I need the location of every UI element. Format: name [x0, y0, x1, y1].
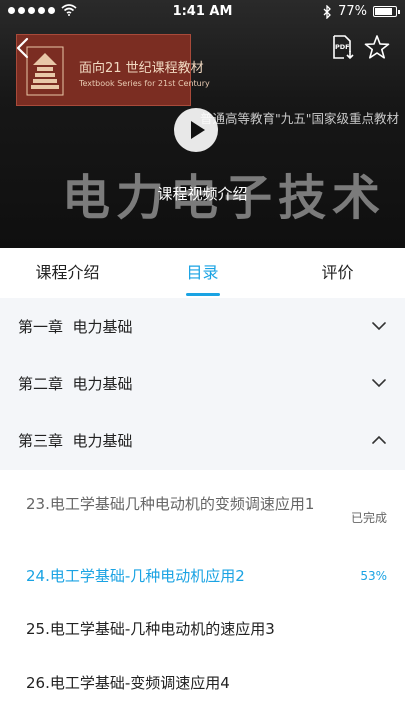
chapter-list: 第一章 电力基础 第二章 电力基础 第三章 电力基础	[0, 298, 405, 470]
status-right: 77%	[322, 4, 400, 19]
lesson-list: 23.电工学基础几种电动机的变频调速应用1 已完成 24.电工学基础-几种电动机…	[0, 470, 405, 720]
textbook-series-subtitle: 普通高等教育"九五"国家级重点教材	[200, 111, 399, 126]
lesson-item[interactable]: 25.电工学基础-几种电动机的速应用3	[26, 617, 326, 641]
active-tab-indicator	[186, 293, 220, 296]
star-icon[interactable]	[364, 34, 390, 60]
svg-text:PDF: PDF	[335, 43, 350, 51]
textbook-logo: 面向21 世纪课程教材 Textbook Series for 21st Cen…	[16, 34, 210, 106]
logo-subtitle: Textbook Series for 21st Century	[79, 79, 210, 88]
video-intro-label: 课程视频介绍	[157, 185, 248, 203]
chevron-down-icon	[372, 322, 386, 331]
battery-fill	[375, 8, 392, 15]
play-icon	[191, 121, 205, 139]
chapter-label: 第二章 电力基础	[18, 375, 133, 393]
chapter-item[interactable]: 第一章 电力基础	[0, 298, 405, 355]
play-button[interactable]	[174, 108, 218, 152]
chapter-label: 第三章 电力基础	[18, 432, 133, 450]
lesson-status: 已完成	[350, 511, 387, 525]
course-video-header: 1:41 AM 77% 面向21 世纪课程教材 Textbook Series …	[0, 0, 405, 248]
lesson-item[interactable]: 26.电工学基础-变频调速应用4	[26, 671, 326, 695]
chapter-label: 第一章 电力基础	[18, 318, 133, 336]
status-bar: 1:41 AM 77%	[0, 0, 405, 24]
battery-percent: 77%	[338, 4, 367, 19]
pdf-download-icon[interactable]: PDF	[330, 34, 356, 60]
tab-catalog[interactable]: 目录	[145, 248, 260, 298]
lesson-progress: 53%	[360, 569, 387, 583]
chapter-item[interactable]: 第二章 电力基础	[0, 355, 405, 412]
chevron-down-icon	[372, 379, 386, 388]
chevron-up-icon	[372, 435, 386, 444]
chapter-item[interactable]: 第三章 电力基础	[0, 412, 405, 469]
bluetooth-icon	[323, 4, 332, 19]
course-tabs: 课程介绍 目录 评价	[0, 248, 405, 298]
tab-reviews[interactable]: 评价	[280, 248, 395, 298]
lesson-item[interactable]: 23.电工学基础几种电动机的变频调速应用1	[26, 492, 326, 516]
tab-course-intro[interactable]: 课程介绍	[10, 248, 125, 298]
battery-icon	[373, 6, 400, 17]
logo-title: 面向21 世纪课程教材	[79, 61, 204, 76]
back-icon[interactable]	[10, 34, 38, 62]
lesson-item[interactable]: 24.电工学基础-几种电动机应用2	[26, 564, 326, 588]
